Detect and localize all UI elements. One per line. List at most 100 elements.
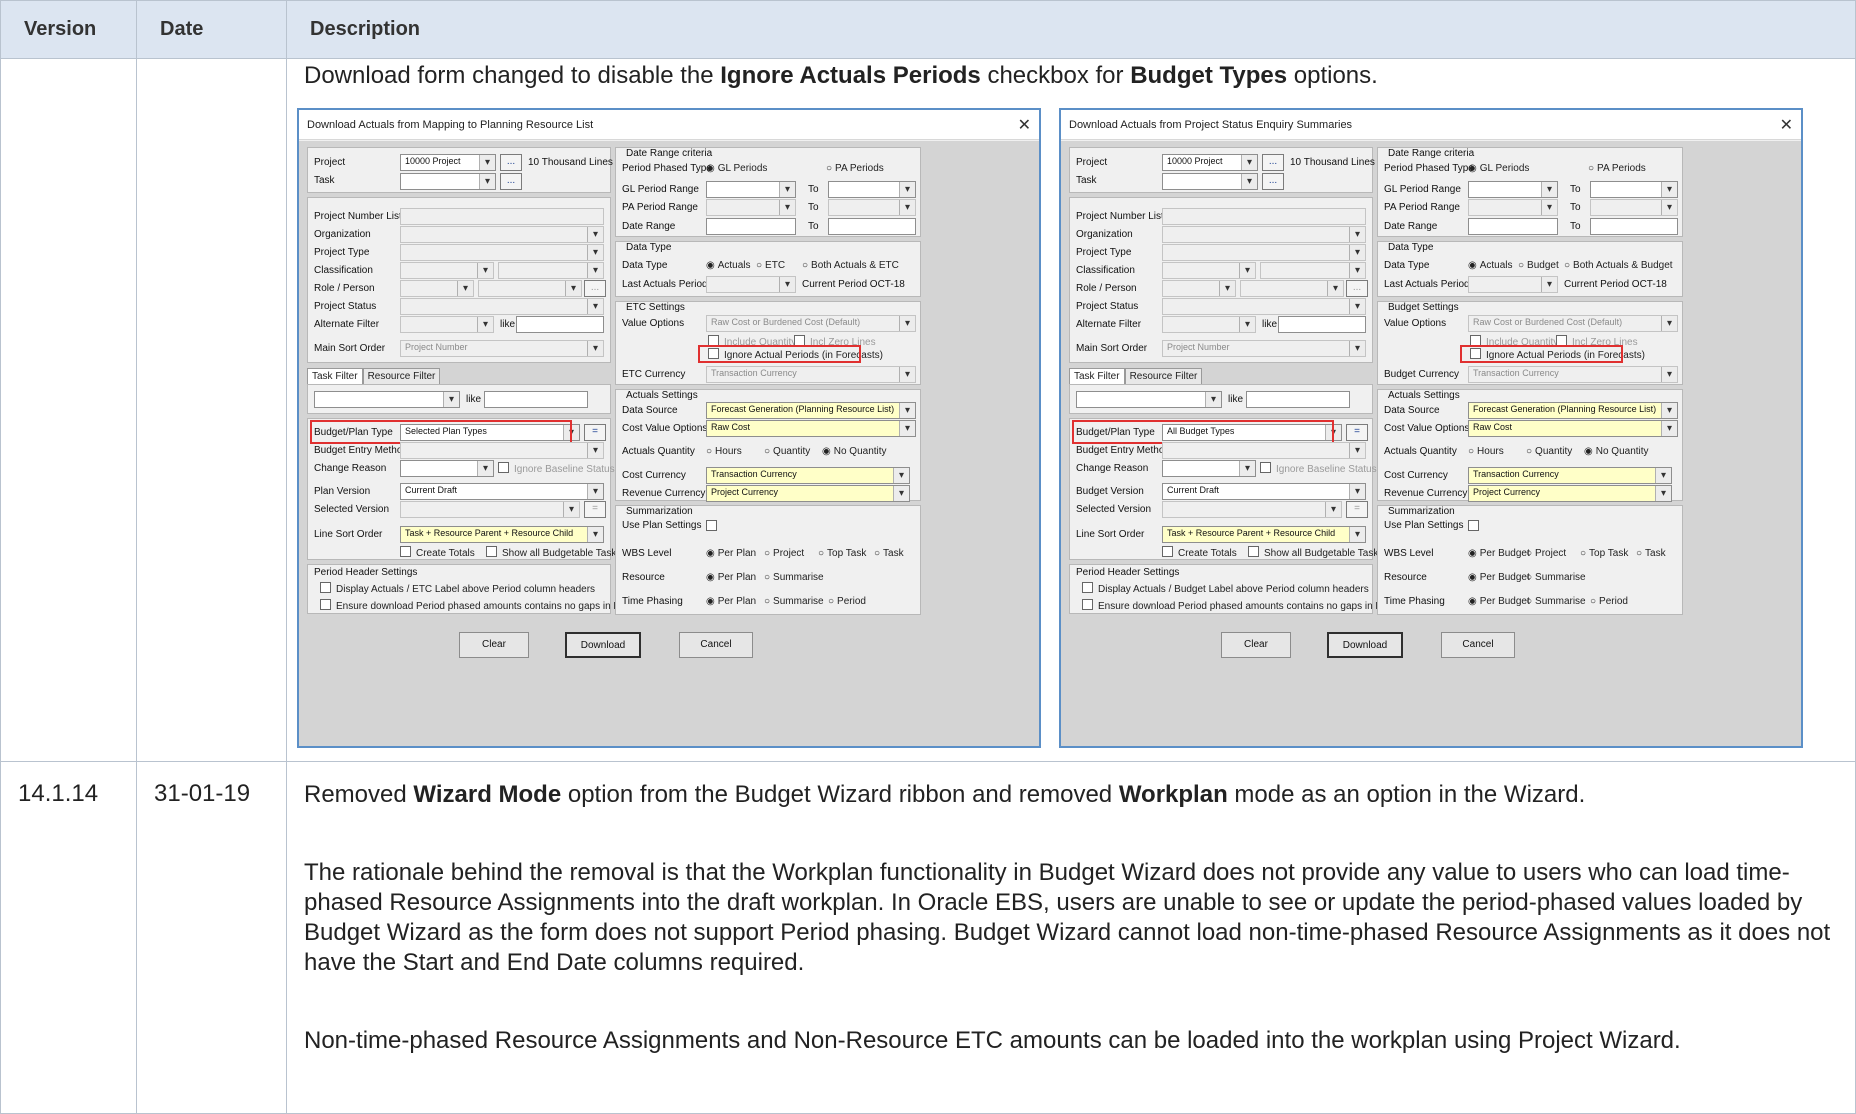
last-actuals-select[interactable] [1468, 276, 1558, 293]
version-picker-button[interactable]: = [1346, 501, 1368, 518]
quantity-radio[interactable]: Quantity [764, 446, 810, 457]
currency-select[interactable]: Transaction Currency [1468, 366, 1678, 383]
tab-resource-filter[interactable]: Resource Filter [1124, 368, 1203, 384]
pa-from-select[interactable] [706, 199, 796, 216]
cost-currency-select[interactable]: Transaction Currency [706, 467, 910, 484]
wbs-top-task-radio[interactable]: Top Task [1580, 548, 1628, 559]
person-lookup-button[interactable]: ... [584, 280, 606, 297]
selected-version-select[interactable] [400, 501, 580, 518]
wbs-project-radio[interactable]: Project [764, 548, 804, 559]
wbs-per-radio[interactable]: Per Plan [706, 548, 756, 559]
alternate-filter-select[interactable] [400, 316, 494, 333]
use-plan-settings-checkbox[interactable] [1468, 520, 1484, 533]
classification-code-select[interactable] [1260, 262, 1366, 279]
version-select[interactable]: Current Draft [1162, 483, 1366, 500]
date-from-field[interactable] [706, 218, 796, 235]
pa-to-select[interactable] [828, 199, 916, 216]
wbs-task-radio[interactable]: Task [1636, 548, 1666, 559]
main-sort-select[interactable]: Project Number [1162, 340, 1366, 357]
task-select[interactable] [400, 173, 496, 190]
no-gaps-checkbox[interactable]: Ensure download Period phased amounts co… [320, 599, 647, 612]
time-per-radio[interactable]: Per Plan [706, 596, 756, 607]
currency-select[interactable]: Transaction Currency [706, 366, 916, 383]
project-type-select[interactable] [1162, 244, 1366, 261]
change-reason-select[interactable] [1162, 460, 1256, 477]
gl-from-select[interactable] [706, 181, 796, 198]
task-filter-input[interactable] [484, 391, 588, 408]
organization-select[interactable] [1162, 226, 1366, 243]
line-sort-select[interactable]: Task + Resource Parent + Resource Child [1162, 526, 1366, 543]
role-select[interactable] [1162, 280, 1236, 297]
create-totals-checkbox[interactable]: Create Totals [1162, 546, 1237, 559]
gl-periods-radio[interactable]: GL Periods [706, 163, 768, 174]
last-actuals-select[interactable] [706, 276, 796, 293]
time-summarise-radio[interactable]: Summarise [764, 596, 824, 607]
version-select[interactable]: Current Draft [400, 483, 604, 500]
display-label-checkbox[interactable]: Display Actuals / ETC Label above Period… [320, 582, 595, 595]
time-period-radio[interactable]: Period [828, 596, 866, 607]
actuals-radio[interactable]: Actuals [706, 260, 751, 271]
date-to-field[interactable] [828, 218, 916, 235]
budget-type-picker-button[interactable]: = [1346, 424, 1368, 441]
project-number-list-field[interactable] [1162, 208, 1366, 225]
project-lookup-button[interactable]: ... [500, 154, 522, 171]
project-status-select[interactable] [1162, 298, 1366, 315]
gl-to-select[interactable] [1590, 181, 1678, 198]
hours-radio[interactable]: Hours [1468, 446, 1504, 457]
task-filter-input[interactable] [1246, 391, 1350, 408]
create-totals-checkbox[interactable]: Create Totals [400, 546, 475, 559]
time-period-radio[interactable]: Period [1590, 596, 1628, 607]
person-lookup-button[interactable]: ... [1346, 280, 1368, 297]
gl-periods-radio[interactable]: GL Periods [1468, 163, 1530, 174]
classification-select[interactable] [1162, 262, 1256, 279]
alternate-filter-input[interactable] [516, 316, 604, 333]
resource-per-radio[interactable]: Per Budget [1468, 572, 1530, 583]
data-type-option-3-radio[interactable]: Both Actuals & Budget [1564, 260, 1673, 271]
gl-from-select[interactable] [1468, 181, 1558, 198]
project-type-select[interactable] [400, 244, 604, 261]
clear-button[interactable]: Clear [459, 632, 529, 658]
alternate-filter-select[interactable] [1162, 316, 1256, 333]
pa-to-select[interactable] [1590, 199, 1678, 216]
budget-entry-method-select[interactable] [1162, 442, 1366, 459]
tab-task-filter[interactable]: Task Filter [307, 368, 363, 384]
download-button[interactable]: Download [1327, 632, 1403, 658]
close-icon[interactable]: ✕ [1780, 115, 1793, 135]
task-filter-select[interactable] [1076, 391, 1222, 408]
time-summarise-radio[interactable]: Summarise [1526, 596, 1586, 607]
version-picker-button[interactable]: = [584, 501, 606, 518]
revenue-currency-select[interactable]: Project Currency [706, 485, 910, 502]
change-reason-select[interactable] [400, 460, 494, 477]
download-button[interactable]: Download [565, 632, 641, 658]
cost-value-select[interactable]: Raw Cost [1468, 420, 1678, 437]
no-gaps-checkbox[interactable]: Ensure download Period phased amounts co… [1082, 599, 1409, 612]
classification-select[interactable] [400, 262, 494, 279]
no-quantity-radio[interactable]: No Quantity [822, 446, 887, 457]
revenue-currency-select[interactable]: Project Currency [1468, 485, 1672, 502]
task-filter-select[interactable] [314, 391, 460, 408]
role-select[interactable] [400, 280, 474, 297]
no-quantity-radio[interactable]: No Quantity [1584, 446, 1649, 457]
budget-entry-method-select[interactable] [400, 442, 604, 459]
ignore-baseline-checkbox[interactable]: Ignore Baseline Status [1260, 462, 1377, 475]
tab-resource-filter[interactable]: Resource Filter [362, 368, 441, 384]
resource-per-radio[interactable]: Per Plan [706, 572, 756, 583]
project-select[interactable]: 10000 Project [1162, 154, 1258, 171]
data-type-option-3-radio[interactable]: Both Actuals & ETC [802, 260, 899, 271]
task-select[interactable] [1162, 173, 1258, 190]
budget-type-picker-button[interactable]: = [584, 424, 606, 441]
cost-currency-select[interactable]: Transaction Currency [1468, 467, 1672, 484]
close-icon[interactable]: ✕ [1018, 115, 1031, 135]
wbs-top-task-radio[interactable]: Top Task [818, 548, 866, 559]
display-label-checkbox[interactable]: Display Actuals / Budget Label above Per… [1082, 582, 1369, 595]
use-plan-settings-checkbox[interactable] [706, 520, 722, 533]
alternate-filter-input[interactable] [1278, 316, 1366, 333]
data-type-option-2-radio[interactable]: Budget [1518, 260, 1559, 271]
project-status-select[interactable] [400, 298, 604, 315]
cancel-button[interactable]: Cancel [679, 632, 753, 658]
resource-summarise-radio[interactable]: Summarise [1526, 572, 1586, 583]
show-all-tasks-checkbox[interactable]: Show all Budgetable Tasks [486, 546, 621, 559]
cancel-button[interactable]: Cancel [1441, 632, 1515, 658]
hours-radio[interactable]: Hours [706, 446, 742, 457]
project-lookup-button[interactable]: ... [1262, 154, 1284, 171]
